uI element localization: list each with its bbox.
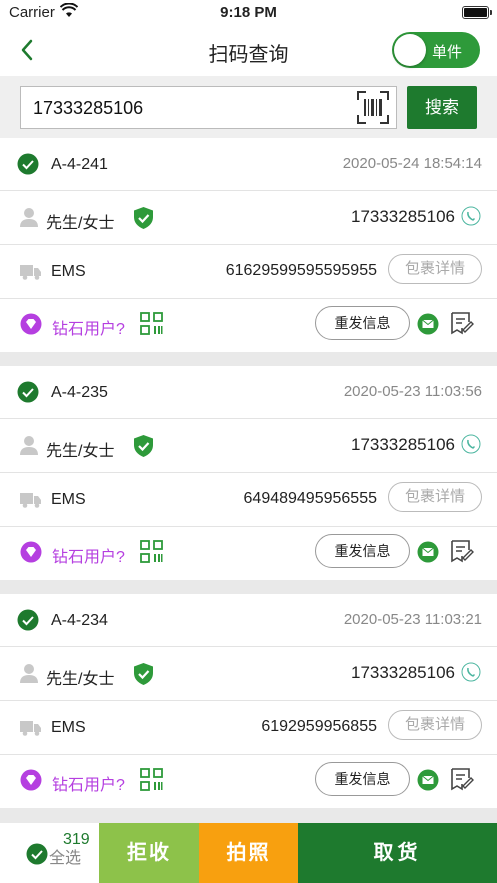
order-datetime: 2020-05-23 11:03:21	[343, 611, 482, 628]
resend-message-button[interactable]: 重发信息	[315, 762, 410, 796]
search-input[interactable]: 17333285106	[20, 86, 397, 129]
photo-button[interactable]: 拍照	[199, 823, 298, 883]
shield-check-icon	[134, 207, 153, 229]
mail-icon[interactable]	[417, 313, 439, 335]
package-detail-button[interactable]: 包裹详情	[388, 254, 482, 284]
carrier-name: EMS	[51, 491, 86, 508]
nav-bar: 扫码查询 单件	[0, 26, 497, 76]
checked-circle-icon[interactable]	[17, 609, 39, 631]
recipient-name: 先生/女士	[46, 671, 115, 688]
person-icon	[20, 208, 38, 227]
shield-check-icon	[134, 663, 153, 685]
toggle-label: 单件	[432, 44, 463, 61]
tracking-number: 6192959956855	[261, 718, 377, 735]
diamond-user-link[interactable]: 钻石用户?	[52, 315, 125, 339]
diamond-icon	[20, 541, 42, 563]
phone-call-icon[interactable]	[461, 434, 481, 454]
truck-icon	[20, 265, 41, 280]
status-bar: Carrier 9:18 PM	[0, 0, 497, 26]
barcode-scan-icon[interactable]	[356, 90, 390, 125]
pickup-button[interactable]: 取货	[298, 823, 497, 883]
truck-icon	[20, 493, 41, 508]
search-area: 17333285106 搜索	[0, 76, 497, 138]
reject-button[interactable]: 拒收	[99, 823, 199, 883]
pickup-code: A-4-241	[51, 156, 108, 173]
actions-row: 钻石用户? 重发信息	[0, 526, 497, 580]
recipient-name: 先生/女士	[46, 215, 115, 232]
shipping-row: EMS 6192959956855 包裹详情	[0, 700, 497, 754]
package-detail-button[interactable]: 包裹详情	[388, 482, 482, 512]
shipping-row: EMS 649489495956555 包裹详情	[0, 472, 497, 526]
order-card: A-4-241 2020-05-24 18:54:14 先生/女士 173332…	[0, 138, 497, 352]
qr-code-icon[interactable]	[140, 312, 163, 335]
truck-icon	[20, 721, 41, 736]
edit-note-icon[interactable]	[449, 310, 475, 336]
pickup-code: A-4-234	[51, 612, 108, 629]
mail-icon[interactable]	[417, 541, 439, 563]
tracking-number: 61629599595595955	[225, 262, 377, 279]
order-card: A-4-234 2020-05-23 11:03:21 先生/女士 173332…	[0, 594, 497, 808]
recipient-row: 先生/女士 17333285106	[0, 646, 497, 700]
single-item-toggle[interactable]: 单件	[392, 32, 480, 68]
recipient-name: 先生/女士	[46, 443, 115, 460]
clock: 9:18 PM	[220, 4, 277, 21]
order-card: A-4-235 2020-05-23 11:03:56 先生/女士 173332…	[0, 366, 497, 580]
phone-call-icon[interactable]	[461, 206, 481, 226]
order-header-row: A-4-241 2020-05-24 18:54:14	[0, 138, 497, 192]
diamond-icon	[20, 313, 42, 335]
order-datetime: 2020-05-24 18:54:14	[342, 155, 482, 172]
shield-check-icon	[134, 435, 153, 457]
recipient-phone: 17333285106	[350, 435, 455, 454]
person-icon	[20, 436, 38, 455]
checked-circle-icon[interactable]	[17, 153, 39, 175]
selected-count: 319	[63, 831, 90, 848]
shipping-row: EMS 61629599595595955 包裹详情	[0, 244, 497, 298]
order-datetime: 2020-05-23 11:03:56	[343, 383, 482, 400]
phone-call-icon[interactable]	[461, 662, 481, 682]
checked-circle-icon[interactable]	[17, 381, 39, 403]
actions-row: 钻石用户? 重发信息	[0, 298, 497, 352]
actions-row: 钻石用户? 重发信息	[0, 754, 497, 808]
carrier-name: EMS	[51, 719, 86, 736]
qr-code-icon[interactable]	[140, 540, 163, 563]
person-icon	[20, 664, 38, 683]
carrier-name: EMS	[51, 263, 86, 280]
package-detail-button[interactable]: 包裹详情	[388, 710, 482, 740]
resend-message-button[interactable]: 重发信息	[315, 534, 410, 568]
pickup-code: A-4-235	[51, 384, 108, 401]
battery-icon	[462, 6, 492, 19]
toggle-knob	[394, 34, 426, 66]
recipient-row: 先生/女士 17333285106	[0, 418, 497, 472]
recipient-phone: 17333285106	[350, 207, 455, 226]
mail-icon[interactable]	[417, 769, 439, 791]
diamond-user-link[interactable]: 钻石用户?	[52, 771, 125, 795]
edit-note-icon[interactable]	[449, 538, 475, 564]
edit-note-icon[interactable]	[449, 766, 475, 792]
order-header-row: A-4-234 2020-05-23 11:03:21	[0, 594, 497, 648]
tracking-number: 649489495956555	[243, 490, 377, 507]
recipient-row: 先生/女士 17333285106	[0, 190, 497, 244]
diamond-user-link[interactable]: 钻石用户?	[52, 543, 125, 567]
search-input-value: 17333285106	[33, 98, 144, 118]
select-all-toggle[interactable]: 全选 319	[0, 823, 99, 883]
recipient-phone: 17333285106	[350, 663, 455, 682]
resend-message-button[interactable]: 重发信息	[315, 306, 410, 340]
qr-code-icon[interactable]	[140, 768, 163, 791]
order-header-row: A-4-235 2020-05-23 11:03:56	[0, 366, 497, 420]
bottom-action-bar: 全选 319 拒收 拍照 取货	[0, 823, 497, 883]
diamond-icon	[20, 769, 42, 791]
search-button[interactable]: 搜索	[407, 86, 477, 129]
checked-circle-icon	[26, 843, 48, 865]
